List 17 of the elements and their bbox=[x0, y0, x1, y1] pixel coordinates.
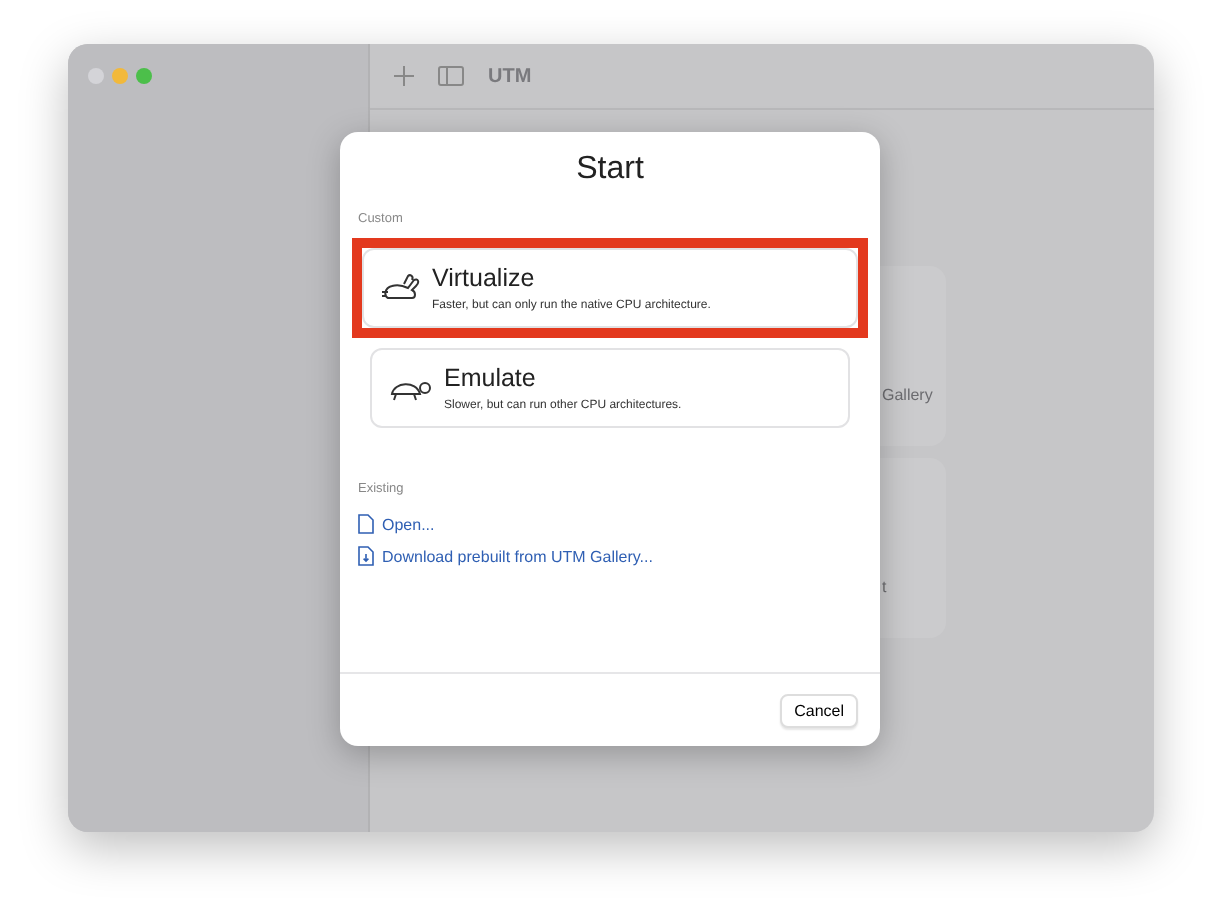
dialog-title: Start bbox=[574, 150, 646, 190]
link-label: Open... bbox=[382, 515, 435, 533]
plus-icon[interactable] bbox=[394, 66, 414, 86]
document-icon bbox=[358, 514, 374, 534]
window-control[interactable] bbox=[112, 68, 128, 84]
card-label: t bbox=[882, 578, 887, 596]
window-control[interactable] bbox=[136, 68, 152, 84]
link[interactable]: Open... bbox=[352, 508, 868, 540]
window-control[interactable] bbox=[88, 68, 104, 84]
window-title: UTM bbox=[488, 65, 532, 87]
rabbit-icon bbox=[380, 272, 420, 304]
cancel-button[interactable]: Cancel bbox=[780, 693, 858, 727]
link-label: Download prebuilt from UTM Gallery... bbox=[382, 547, 653, 565]
document-download-icon bbox=[358, 546, 374, 566]
link[interactable]: Download prebuilt from UTM Gallery... bbox=[352, 540, 868, 572]
sidebar-toggle-icon[interactable] bbox=[438, 66, 464, 86]
card-label: Gallery bbox=[882, 386, 933, 404]
